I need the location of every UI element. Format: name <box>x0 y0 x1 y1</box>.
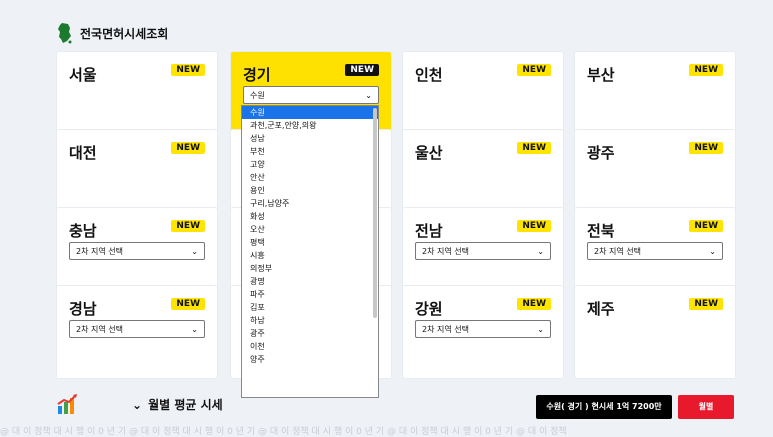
region-card-gyeongnam[interactable]: 경남 NEW 2차 지역 선택 ⌄ <box>57 286 217 378</box>
region-name: 경기 <box>243 66 271 84</box>
region-name: 충남 <box>69 222 97 240</box>
dropdown-option[interactable]: 광명 <box>242 275 378 288</box>
dropdown-option[interactable]: 파주 <box>242 288 378 301</box>
region-name: 서울 <box>69 66 97 84</box>
city-select-value: 수원 <box>250 91 265 100</box>
subregion-select-value: 2차 지역 선택 <box>422 325 469 334</box>
region-card-gangwon[interactable]: 강원 NEW 2차 지역 선택 ⌄ <box>403 286 563 378</box>
new-badge: NEW <box>171 142 205 154</box>
chevron-down-icon: ⌄ <box>537 325 544 334</box>
new-badge: NEW <box>171 298 205 310</box>
region-name: 전남 <box>415 222 443 240</box>
monthly-button[interactable]: 월별 <box>678 395 734 419</box>
dropdown-option[interactable]: 하남 <box>242 314 378 327</box>
page-title: 전국면허시세조회 <box>80 26 169 41</box>
dropdown-option[interactable]: 수원 <box>242 106 378 119</box>
region-name: 전북 <box>587 222 615 240</box>
korea-map-icon <box>58 23 72 44</box>
dropdown-option[interactable]: 구리,남양주 <box>242 197 378 210</box>
section-label: 월별 평균 시세 <box>148 397 223 412</box>
new-badge: NEW <box>345 64 379 76</box>
bottom-bar: ⌄ 월별 평균 시세 <box>56 392 223 416</box>
subregion-select[interactable]: 2차 지역 선택 ⌄ <box>415 242 551 260</box>
dropdown-option[interactable]: 평택 <box>242 236 378 249</box>
region-name: 제주 <box>587 300 615 318</box>
dropdown-option[interactable]: 과천,군포,안양,의왕 <box>242 119 378 132</box>
region-name: 광주 <box>587 144 615 162</box>
region-name: 울산 <box>415 144 443 162</box>
subregion-select-value: 2차 지역 선택 <box>76 325 123 334</box>
new-badge: NEW <box>517 142 551 154</box>
chevron-down-icon: ⌄ <box>132 397 143 412</box>
new-badge: NEW <box>517 298 551 310</box>
new-badge: NEW <box>689 64 723 76</box>
dropdown-option[interactable]: 안산 <box>242 171 378 184</box>
new-badge: NEW <box>689 298 723 310</box>
new-badge: NEW <box>689 220 723 232</box>
new-badge: NEW <box>171 220 205 232</box>
city-select[interactable]: 수원 ⌄ <box>243 86 379 104</box>
subregion-select[interactable]: 2차 지역 선택 ⌄ <box>415 320 551 338</box>
new-badge: NEW <box>517 64 551 76</box>
dropdown-option[interactable]: 용인 <box>242 184 378 197</box>
subregion-select-value: 2차 지역 선택 <box>594 247 641 256</box>
dropdown-option[interactable]: 화성 <box>242 210 378 223</box>
chevron-down-icon: ⌄ <box>191 247 198 256</box>
region-name: 대전 <box>69 144 97 162</box>
dropdown-option[interactable]: 오산 <box>242 223 378 236</box>
dropdown-option[interactable]: 광주 <box>242 327 378 340</box>
region-name: 경남 <box>69 300 97 318</box>
dropdown-option[interactable]: 고양 <box>242 158 378 171</box>
region-name: 인천 <box>415 66 443 84</box>
dropdown-option[interactable]: 김포 <box>242 301 378 314</box>
dropdown-option[interactable]: 부천 <box>242 145 378 158</box>
region-card-jeju[interactable]: 제주 NEW <box>575 286 735 378</box>
dropdown-option[interactable]: 이천 <box>242 340 378 353</box>
dropdown-option[interactable]: 의정부 <box>242 262 378 275</box>
chevron-down-icon: ⌄ <box>709 247 716 256</box>
region-name: 부산 <box>587 66 615 84</box>
watermark-text: @ 대 이 정책 대 시 행 이 0 년 기 @ 대 이 정책 대 시 행 이 … <box>0 427 567 437</box>
bar-chart-icon <box>57 394 77 414</box>
new-badge: NEW <box>517 220 551 232</box>
new-badge: NEW <box>171 64 205 76</box>
dropdown-option[interactable]: 양주 <box>242 353 378 366</box>
subregion-select[interactable]: 2차 지역 선택 ⌄ <box>69 242 205 260</box>
current-price-button[interactable]: 수원( 경기 ) 현시세 1억 7200만 <box>536 395 672 419</box>
region-name: 강원 <box>415 300 443 318</box>
header: 전국면허시세조회 <box>56 22 168 44</box>
subregion-select-value: 2차 지역 선택 <box>76 247 123 256</box>
subregion-select[interactable]: 2차 지역 선택 ⌄ <box>587 242 723 260</box>
dropdown-option[interactable]: 시흥 <box>242 249 378 262</box>
chevron-down-icon: ⌄ <box>191 325 198 334</box>
monthly-average-toggle[interactable]: ⌄ 월별 평균 시세 <box>132 396 223 413</box>
new-badge: NEW <box>689 142 723 154</box>
dropdown-option[interactable]: 성남 <box>242 132 378 145</box>
chevron-down-icon: ⌄ <box>365 91 372 100</box>
city-dropdown-list[interactable]: 수원 과천,군포,안양,의왕 성남 부천 고양 안산 용인 구리,남양주 화성 … <box>241 105 379 398</box>
subregion-select[interactable]: 2차 지역 선택 ⌄ <box>69 320 205 338</box>
chevron-down-icon: ⌄ <box>537 247 544 256</box>
dropdown-scrollbar[interactable] <box>373 108 377 318</box>
subregion-select-value: 2차 지역 선택 <box>422 247 469 256</box>
